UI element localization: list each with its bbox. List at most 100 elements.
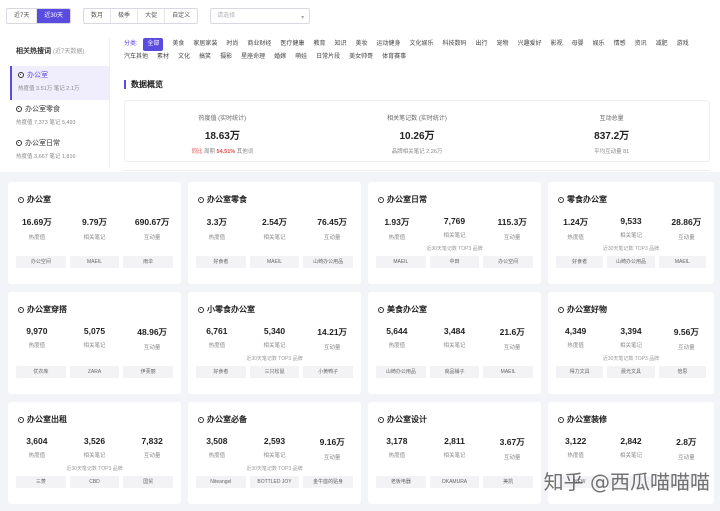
brand-tag[interactable]: 晨光文具	[607, 366, 655, 378]
keyword-card[interactable]: 办公室零食 3.3万 热度值 2.54万 相关笔记 76.45万 互动量 好食者 MAEIL 山崎…	[188, 182, 361, 284]
category-item[interactable]: 资讯	[635, 38, 647, 51]
category-item[interactable]: 宠物	[497, 38, 509, 51]
category-item[interactable]: 美食	[172, 38, 184, 51]
brand-tag[interactable]: 中田	[429, 256, 480, 268]
category-item[interactable]: 知识	[334, 38, 346, 51]
brand-tag[interactable]: 国贸	[123, 476, 174, 488]
card-stat-notes: 9.79万 相关笔记	[66, 216, 124, 241]
card-title: 办公室	[18, 194, 51, 205]
keyword-card[interactable]: 办公室 16.69万 热度值 9.79万 相关笔记 690.67万 互动量 办公空间 MAEIL…	[8, 182, 181, 284]
brand-tag[interactable]: 办公空间	[483, 256, 534, 268]
category-item[interactable]: 运动健身	[376, 38, 400, 51]
card-inter-label: 互动量	[503, 455, 521, 461]
category-item[interactable]: 影视	[551, 38, 563, 51]
category-item[interactable]: 文化娱乐	[410, 38, 434, 51]
category-item[interactable]: 家居家装	[193, 38, 217, 51]
brand-tag[interactable]: 好食者	[556, 256, 604, 268]
category-item[interactable]: 摄影	[220, 51, 232, 64]
range-30d[interactable]: 近30天	[37, 9, 71, 23]
card-inter-value: 76.45万	[317, 217, 348, 227]
keyword-card[interactable]: 办公室日常 1.93万 热度值 7,769 相关笔记 115.3万 互动量 近30天笔记数 T…	[368, 182, 541, 284]
category-item[interactable]: 母婴	[572, 38, 584, 51]
category-item[interactable]: 汽车其他	[124, 51, 148, 64]
brand-tag[interactable]: 美凯	[483, 476, 534, 488]
brand-tag[interactable]: 老板电器	[376, 476, 426, 488]
brand-tag[interactable]: 三只松鼠	[249, 366, 300, 378]
hot-item[interactable]: 办公室零食 热度值 7,373 笔记 5,493	[10, 100, 109, 134]
overview-interactions: 互动总量 837.2万 平均互动量 81	[514, 101, 709, 161]
card-stat-notes: 3,526 相关笔记	[66, 436, 124, 459]
brand-tag[interactable]: 好食者	[196, 256, 246, 268]
card-heat-value: 6,761	[206, 326, 228, 336]
brand-tag[interactable]: 三菱	[16, 476, 66, 488]
date-select[interactable]: 请选择 ▾	[210, 8, 311, 24]
keyword-card[interactable]: 零食办公室 1.24万 热度值 9,533 相关笔记 28.86万 互动量 近30天笔记数 T…	[548, 182, 714, 284]
hot-item[interactable]: 办公室 热度值 3.51万 笔记 2.1万	[10, 66, 109, 100]
category-item[interactable]: 游戏	[677, 38, 689, 51]
keyword-card[interactable]: 美食办公室 5,644 热度值 3,484 相关笔记 21.6万 互动量 山崎办公用品 良品铺子…	[368, 292, 541, 394]
tab-month[interactable]: 数月	[84, 9, 112, 23]
brand-tag[interactable]: 伊芙丽	[123, 366, 174, 378]
tab-promo[interactable]: 大促	[138, 9, 166, 23]
category-item[interactable]: 体育赛事	[382, 51, 406, 64]
brand-tag[interactable]: 优衣库	[16, 366, 66, 378]
brand-tag[interactable]: 倍思	[658, 366, 706, 378]
keyword-card[interactable]: 办公室设计 3,178 热度值 2,811 相关笔记 3.67万 互动量 老板电器 OKAMUR…	[368, 402, 541, 504]
brand-tag[interactable]: 山崎办公用品	[376, 366, 426, 378]
category-item[interactable]: 出行	[476, 38, 488, 51]
category-item[interactable]: 商业财经	[247, 38, 271, 51]
keyword-card[interactable]: 小零食办公室 6,761 热度值 5,340 相关笔记 14.21万 互动量 近30天笔记数 …	[188, 292, 361, 394]
brand-tag[interactable]: 得力文具	[556, 366, 604, 378]
brand-tag[interactable]: MAEIL	[376, 256, 426, 268]
brand-tag[interactable]: BOTTLED JOY	[249, 476, 300, 488]
category-item[interactable]: 科技数码	[443, 38, 467, 51]
category-item[interactable]: 兴趣爱好	[518, 38, 542, 51]
category-item[interactable]: 素材	[157, 51, 169, 64]
hot-item[interactable]: 办公室日常 热度值 3,667 笔记 1,816	[10, 134, 109, 168]
brand-tag[interactable]: MAEIL	[658, 256, 706, 268]
brand-tag[interactable]: OKAMURA	[429, 476, 480, 488]
category-item[interactable]: 日常片段	[316, 51, 340, 64]
category-item[interactable]: 星座命理	[241, 51, 265, 64]
category-item[interactable]: 时尚	[226, 38, 238, 51]
keyword-card[interactable]: 办公室穿搭 9,970 热度值 5,075 相关笔记 48.96万 互动量 优衣库 ZARA 伊芙…	[8, 292, 181, 394]
brand-tag[interactable]: MAEIL	[249, 256, 300, 268]
category-item[interactable]: 娱乐	[593, 38, 605, 51]
brand-tag[interactable]: ZARA	[69, 366, 120, 378]
brand-tag[interactable]: 雨伞	[123, 256, 174, 268]
brand-tag[interactable]: MAEIL	[69, 256, 120, 268]
category-item[interactable]: 减肥	[656, 38, 668, 51]
card-inter-value: 3.67万	[499, 437, 525, 447]
category-item[interactable]: 全部	[143, 38, 164, 51]
brand-tag[interactable]: 办公空间	[16, 256, 66, 268]
card-title-text: 办公室必备	[207, 415, 247, 424]
keyword-card[interactable]: 办公室必备 3,508 热度值 2,593 相关笔记 9.16万 互动量 近30天笔记数 TO…	[188, 402, 361, 504]
card-title: 办公室出租	[18, 414, 67, 425]
brand-tag[interactable]: 金牛座的贴身	[303, 476, 354, 488]
range-7d[interactable]: 近7天	[7, 9, 38, 23]
keyword-card[interactable]: 办公室好物 4,349 热度值 3,394 相关笔记 9.56万 互动量 近30天笔记数 TO…	[548, 292, 714, 394]
category-item[interactable]: 美女帅哥	[349, 51, 373, 64]
card-inter-label: 互动量	[143, 235, 161, 241]
category-item[interactable]: 美妆	[355, 38, 367, 51]
brand-tag[interactable]: 小黄鸭子	[303, 366, 354, 378]
brand-tag[interactable]: Niteangel	[196, 476, 246, 488]
tab-quarter[interactable]: 极季	[111, 9, 139, 23]
category-item[interactable]: 萌娃	[295, 51, 307, 64]
keyword-card[interactable]: 办公室出租 3,604 热度值 3,526 相关笔记 7,832 互动量 近30天笔记数 TO…	[8, 402, 181, 504]
card-title-text: 办公室装修	[567, 415, 607, 424]
tab-custom[interactable]: 自定义	[165, 9, 197, 23]
brand-tag[interactable]: 山崎办公用品	[303, 256, 354, 268]
brand-tag[interactable]: CBD	[69, 476, 120, 488]
category-item[interactable]: 情感	[614, 38, 626, 51]
category-item[interactable]: 婚嫁	[274, 51, 286, 64]
brand-tag[interactable]: MAEIL	[483, 366, 534, 378]
category-item[interactable]: 搞笑	[199, 51, 211, 64]
category-item[interactable]: 医疗健康	[280, 38, 304, 51]
brand-tag[interactable]: 良品铺子	[429, 366, 480, 378]
category-item[interactable]: 教育	[313, 38, 325, 51]
category-item[interactable]: 文化	[178, 51, 190, 64]
brand-tag[interactable]: 山崎办公用品	[607, 256, 655, 268]
card-title: 小零食办公室	[198, 304, 255, 315]
brand-tag[interactable]: 好食者	[196, 366, 246, 378]
